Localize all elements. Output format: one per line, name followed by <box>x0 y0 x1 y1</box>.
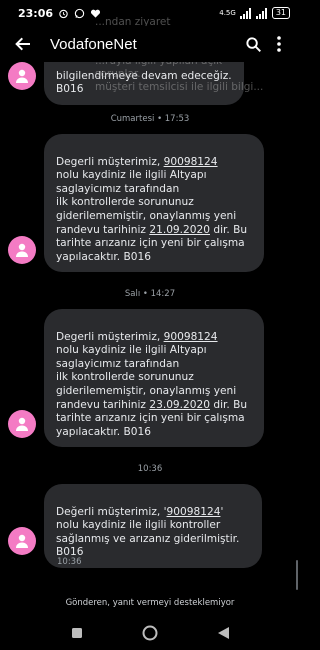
date-separator: Salı • 14:27 <box>124 289 176 299</box>
message-text: Degerli müşterimiz, <box>56 155 164 168</box>
date-separator: Cumartesi • 17:53 <box>110 114 190 124</box>
back-arrow-icon[interactable] <box>10 31 36 57</box>
person-icon <box>16 69 28 83</box>
system-nav-bar <box>0 616 300 650</box>
heart-icon <box>90 9 101 18</box>
sender-avatar[interactable] <box>8 527 36 555</box>
sender-avatar[interactable] <box>8 410 36 438</box>
record-number-link[interactable]: 90098124 <box>164 331 218 343</box>
message-text: Değerli müşterimiz, ' <box>56 505 167 518</box>
message-bubble[interactable]: Değerli müşterimiz, '90098124' nolu kayd… <box>44 484 262 568</box>
message-bubble[interactable]: Degerli müşterimiz, 90098124 nolu kaydin… <box>44 134 264 273</box>
date-separator: 10:36 <box>137 464 163 474</box>
date-link[interactable]: 23.09.2020 <box>149 399 210 411</box>
status-bar: 23:06 4.5G 31 <box>0 0 300 26</box>
signal-icon <box>255 7 267 19</box>
network-type: 4.5G <box>219 9 236 17</box>
battery-level: 31 <box>271 7 290 19</box>
record-number-link[interactable]: 90098124 <box>164 156 218 168</box>
home-circle-icon[interactable] <box>135 618 165 648</box>
whatsapp-icon <box>74 8 85 18</box>
sender-avatar[interactable] <box>8 236 36 264</box>
signal-icon <box>239 7 251 19</box>
person-icon <box>16 534 28 548</box>
message-thread[interactable]: bilgilendirmeye devam edeceğiz. B016 Cum… <box>0 0 300 650</box>
alarm-icon <box>59 9 68 18</box>
reply-unsupported-note: Gönderen, yanıt vermeyi desteklemiyor <box>65 598 235 608</box>
person-icon <box>16 417 28 431</box>
scrollbar[interactable] <box>296 560 298 590</box>
search-icon[interactable] <box>240 31 266 57</box>
status-time: 23:06 <box>18 6 54 20</box>
message-bubble[interactable]: Degerli müşterimiz, 90098124 nolu kaydin… <box>44 309 264 448</box>
app-bar: VodafoneNet <box>0 26 300 62</box>
person-icon <box>16 243 28 257</box>
conversation-title: VodafoneNet <box>50 35 137 53</box>
more-vert-icon[interactable] <box>266 31 292 57</box>
square-icon[interactable] <box>62 618 92 648</box>
message-text: Degerli müşterimiz, <box>56 330 164 343</box>
triangle-back-icon[interactable] <box>208 618 238 648</box>
sender-avatar[interactable] <box>8 62 36 90</box>
date-link[interactable]: 21.09.2020 <box>149 224 210 236</box>
message-timestamp: 10:36 <box>57 557 82 567</box>
record-number-link[interactable]: 90098124 <box>167 506 221 518</box>
